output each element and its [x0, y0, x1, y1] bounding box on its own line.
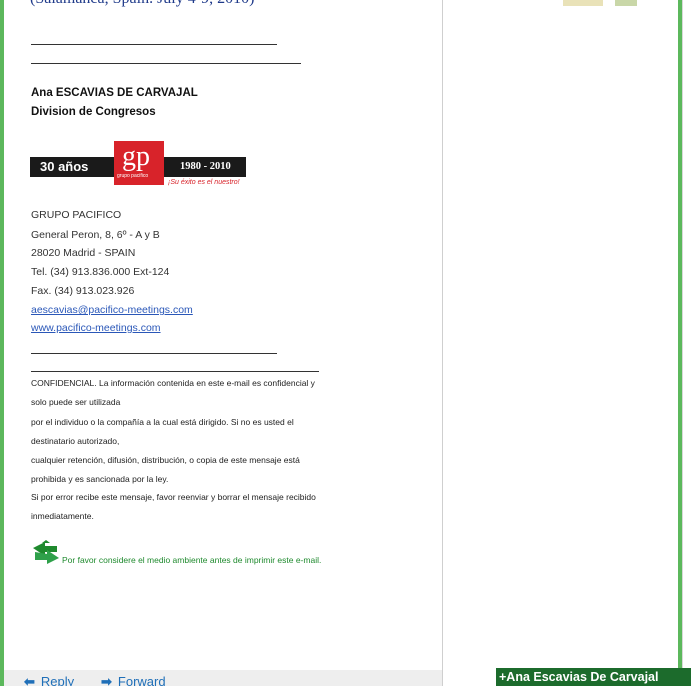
confidential-line: solo puede ser utilizada — [31, 397, 121, 407]
logo-gp-letters: gp — [122, 141, 150, 172]
logo-tagline: ¡Su éxito es el nuestro! — [168, 179, 240, 186]
logo-range: 1980 - 2010 — [180, 161, 231, 172]
confidential-line: inmediatamente. — [31, 511, 94, 521]
reply-button[interactable]: ⬅ Reply — [24, 674, 74, 686]
logo-years: 30 años — [40, 159, 89, 174]
company-logo: 30 años gp grupo pacifico 1980 - 2010 ¡S… — [30, 141, 246, 191]
right-pane-top-strip — [443, 0, 678, 8]
confidential-line: Si por error recibe este mensaje, favor … — [31, 492, 316, 502]
logo-gp-mark: gp grupo pacifico — [114, 141, 164, 185]
divider — [31, 353, 277, 354]
confidential-line: prohibida y es sancionada por la ley. — [31, 474, 169, 484]
forward-arrow-icon: ➡ — [101, 674, 112, 686]
signature-name: Ana ESCAVIAS DE CARVAJAL — [31, 87, 198, 99]
event-line: (Salamanca, Spain. July 4-9, 2010) — [30, 0, 254, 8]
confidential-line: destinatario autorizado, — [31, 436, 120, 446]
forward-button[interactable]: ➡ Forward — [101, 674, 166, 686]
message-action-bar: ⬅ Reply ➡ Forward — [4, 670, 442, 686]
email-link[interactable]: aescavias@pacifico-meetings.com — [31, 304, 193, 316]
forward-label: Forward — [117, 674, 166, 686]
window-edge — [682, 0, 691, 686]
confidential-line: cualquier retención, difusión, distribuc… — [31, 455, 300, 465]
recycle-arrow-icon — [33, 540, 59, 564]
reply-label: Reply — [40, 674, 75, 686]
confidential-line: por el individuo o la compañía a la cual… — [31, 417, 294, 427]
confidential-line: CONFIDENCIAL. La información contenida e… — [31, 378, 315, 388]
sender-tab[interactable]: +Ana Escavias De Carvajal — [496, 668, 691, 686]
signature-department: Division de Congresos — [31, 106, 156, 118]
email-message-pane: (Salamanca, Spain. July 4-9, 2010) Ana E… — [4, 0, 443, 686]
address-street: General Peron, 8, 6º - A y B — [31, 229, 160, 241]
address-tel: Tel. (34) 913.836.000 Ext-124 — [31, 266, 170, 278]
environment-note: Por favor considere el medio ambiente an… — [31, 540, 411, 565]
divider — [31, 44, 277, 45]
address-fax: Fax. (34) 913.023.926 — [31, 285, 135, 297]
environment-text: Por favor considere el medio ambiente an… — [62, 555, 322, 565]
divider — [31, 371, 319, 372]
right-pane — [443, 0, 678, 686]
address-city: 28020 Madrid - SPAIN — [31, 247, 136, 259]
address-company: GRUPO PACIFICO — [31, 209, 122, 221]
reply-arrow-icon: ⬅ — [24, 674, 35, 686]
website-link[interactable]: www.pacifico-meetings.com — [31, 322, 161, 334]
logo-gp-sub: grupo pacifico — [117, 173, 149, 179]
divider — [31, 63, 301, 64]
